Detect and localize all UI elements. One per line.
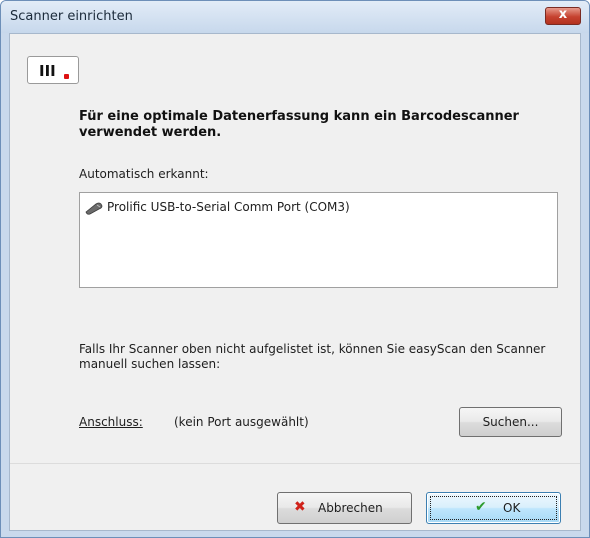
device-label: Prolific USB-to-Serial Comm Port (COM3)	[107, 200, 350, 214]
window-title: Scanner einrichten	[10, 9, 133, 24]
detected-scanner-list[interactable]: Prolific USB-to-Serial Comm Port (COM3)	[79, 192, 558, 288]
port-value: (kein Port ausgewählt)	[174, 415, 309, 429]
app-logo: III	[27, 56, 79, 84]
close-button[interactable]: x	[545, 7, 581, 25]
search-button[interactable]: Suchen...	[459, 407, 562, 437]
auto-detected-label: Automatisch erkannt:	[79, 167, 209, 181]
cancel-button-label: Abbrechen	[318, 501, 383, 515]
cancel-button[interactable]: ✖ Abbrechen	[277, 492, 412, 524]
ok-button[interactable]: ✔ OK	[426, 492, 561, 524]
title-bar[interactable]: Scanner einrichten x	[1, 1, 589, 33]
cross-icon: ✖	[294, 499, 306, 515]
port-label-text: Anschluss:	[79, 415, 143, 429]
scanner-icon	[85, 202, 103, 215]
logo-bars: III	[39, 62, 56, 80]
logo-dot	[64, 74, 69, 79]
checkmark-icon: ✔	[475, 499, 487, 515]
dialog-heading: Für eine optimale Datenerfassung kann ei…	[79, 109, 519, 140]
dialog-window: Scanner einrichten x III Für eine optima…	[0, 0, 590, 538]
list-item[interactable]: Prolific USB-to-Serial Comm Port (COM3)	[84, 199, 444, 217]
focus-rectangle	[430, 496, 557, 520]
close-icon: x	[558, 7, 568, 22]
manual-search-info: Falls Ihr Scanner oben nicht aufgelistet…	[79, 342, 546, 371]
search-button-label: Suchen...	[482, 415, 539, 429]
port-label: Anschluss:	[79, 415, 143, 429]
ok-button-label: OK	[503, 501, 521, 515]
